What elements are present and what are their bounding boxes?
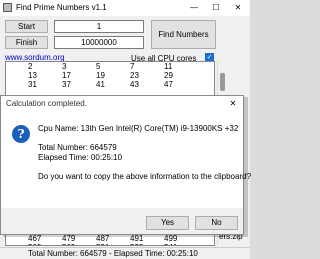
prime-number: 17: [62, 71, 71, 80]
prime-number: 503: [28, 243, 62, 245]
elapsed-time-text: Elapsed Time: 00:25:10: [38, 153, 123, 162]
prime-number: 13: [28, 71, 37, 80]
find-numbers-button[interactable]: Find Numbers: [151, 20, 216, 49]
no-button[interactable]: No: [195, 216, 238, 230]
prime-number: 5: [96, 62, 101, 71]
prime-number: 541: [164, 243, 198, 245]
result-row: 2 3 5 7 11: [6, 62, 214, 71]
scrollbar-thumb[interactable]: [220, 73, 225, 91]
calculation-completed-dialog: Calculation completed. ✕ ? Cpu Name: 13t…: [0, 95, 251, 235]
dialog-title-bar[interactable]: Calculation completed. ✕: [1, 96, 243, 112]
prime-number: 523: [130, 243, 164, 245]
result-row: 503509521523541: [6, 243, 214, 245]
dialog-body: ? Cpu Name: 13th Gen Intel(R) Core(TM) i…: [1, 112, 251, 208]
prime-number: 11: [164, 62, 173, 71]
prime-number: 3: [62, 62, 67, 71]
minimize-icon[interactable]: —: [184, 0, 204, 16]
start-field[interactable]: 1: [54, 20, 144, 33]
finish-field[interactable]: 10000000: [54, 36, 144, 49]
prime-number: 47: [164, 80, 173, 89]
prime-number: 509: [62, 243, 96, 245]
dialog-title: Calculation completed.: [6, 99, 87, 108]
dialog-close-icon[interactable]: ✕: [223, 96, 243, 112]
maximize-icon[interactable]: ☐: [206, 0, 226, 16]
question-icon: ?: [12, 125, 30, 143]
window-title: Find Prime Numbers v1.1: [16, 3, 107, 12]
prime-number: 23: [130, 71, 139, 80]
prime-number: 19: [96, 71, 105, 80]
prime-number: 31: [28, 80, 37, 89]
prime-number: 7: [130, 62, 135, 71]
copy-question-text: Do you want to copy the above informatio…: [38, 172, 252, 181]
dialog-footer: Yes No: [1, 208, 243, 234]
status-bar: Total Number: 664579 - Elapsed Time: 00:…: [0, 247, 250, 259]
app-icon: [3, 3, 12, 12]
prime-number: 2: [28, 62, 33, 71]
prime-number: 43: [130, 80, 139, 89]
title-bar[interactable]: Find Prime Numbers v1.1 — ☐ ✕: [0, 0, 250, 16]
prime-number: 29: [164, 71, 173, 80]
cpu-name-text: Cpu Name: 13th Gen Intel(R) Core(TM) i9-…: [38, 124, 239, 133]
total-number-text: Total Number: 664579: [38, 143, 117, 152]
prime-number: 521: [96, 243, 130, 245]
yes-button[interactable]: Yes: [146, 216, 189, 230]
prime-number: 41: [96, 80, 105, 89]
close-icon[interactable]: ✕: [228, 0, 248, 16]
start-button[interactable]: Start: [5, 20, 48, 33]
finish-button[interactable]: Finish: [5, 36, 48, 49]
result-row: 31 37 41 43 47: [6, 80, 214, 89]
result-row: 13 17 19 23 29: [6, 71, 214, 80]
prime-number: 37: [62, 80, 71, 89]
results-top-rows: 2 3 5 7 11 13 17 19 23 29 31 37 41 43 47: [6, 62, 214, 89]
